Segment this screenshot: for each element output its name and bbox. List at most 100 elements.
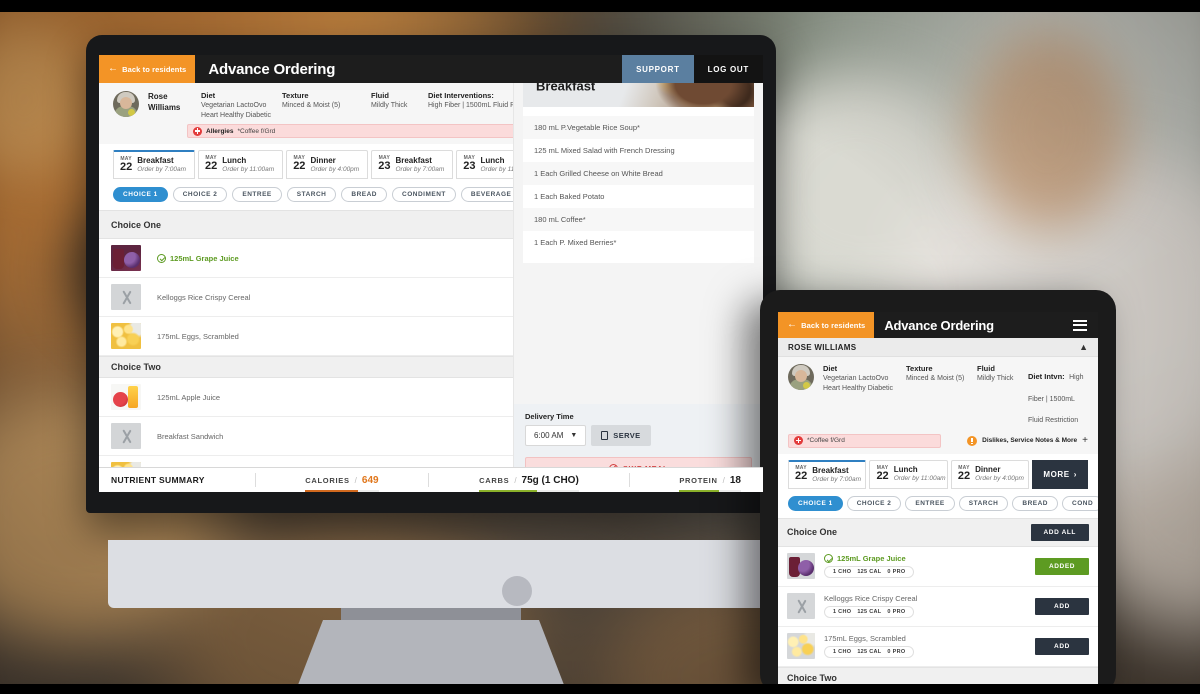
tab-order-by: Order by 4:00pm: [975, 475, 1024, 483]
dislikes-notes-button[interactable]: Dislikes, Service Notes & More +: [948, 434, 1088, 448]
meal-tab-lunch-22[interactable]: MAY 22 Lunch Order by 11:00am: [869, 459, 948, 489]
medical-cross-icon: [794, 436, 803, 446]
mobile-resident-info: Diet Vegetarian LactoOvo Heart Healthy D…: [778, 357, 1098, 454]
back-to-residents-button[interactable]: ← Back to residents: [99, 55, 196, 83]
chip-condiment[interactable]: CONDIMENT: [392, 187, 456, 202]
delivery-time-row: 6:00 AM ▼ SERVE: [525, 425, 752, 446]
item-cal: 125 CAL: [857, 649, 882, 656]
tab-text: Lunch Order by 11:00am: [894, 465, 946, 482]
mobile-resident-bar[interactable]: ROSE WILLIAMS ▲: [778, 338, 1098, 357]
list-item[interactable]: Kelloggs Rice Crispy Cereal 1 CHO 125 CA…: [778, 587, 1098, 627]
more-meals-button[interactable]: MORE ›: [1032, 459, 1088, 489]
chip-entree[interactable]: ENTREE: [905, 495, 955, 511]
tab-order-by: Order by 4:00pm: [310, 165, 360, 173]
divider: [254, 473, 256, 487]
item-action: ADD: [1035, 597, 1089, 615]
add-button[interactable]: ADD: [1035, 597, 1089, 615]
protein-progress: [679, 489, 741, 492]
more-label: MORE: [1043, 469, 1070, 479]
added-button[interactable]: ADDED: [1035, 557, 1089, 575]
tab-day: 23: [463, 160, 476, 172]
mobile-category-chips: CHOICE 1 CHOICE 2 ENTREE STARCH BREAD CO…: [778, 488, 1098, 518]
chip-bread[interactable]: BREAD: [341, 187, 388, 202]
hamburger-icon[interactable]: [1062, 312, 1098, 338]
tray-item[interactable]: 180 mL P.Vegetable Rice Soup*: [523, 116, 754, 139]
item-cal: 125 CAL: [857, 609, 882, 616]
chevron-up-icon[interactable]: ▲: [1079, 342, 1088, 352]
tab-text: Dinner Order by 4:00pm: [310, 156, 359, 173]
serve-button[interactable]: SERVE: [591, 425, 651, 446]
delivery-time-value: 6:00 AM: [534, 431, 564, 440]
tab-text: Breakfast Order by 7:00am: [395, 156, 444, 173]
tab-day: 23: [378, 160, 391, 172]
chip-entree[interactable]: ENTREE: [232, 187, 282, 202]
diet-label: Diet: [823, 364, 838, 373]
resident-last-name: Williams: [148, 102, 181, 112]
chip-choice-1[interactable]: CHOICE 1: [113, 187, 168, 202]
chip-choice-2[interactable]: CHOICE 2: [846, 495, 902, 511]
item-action: ADDED: [1035, 557, 1089, 575]
add-all-button[interactable]: ADD ALL: [1030, 523, 1089, 541]
list-item[interactable]: 175mL Eggs, Scrambled 1 CHO 125 CAL 0 PR…: [778, 627, 1098, 667]
chip-choice-1[interactable]: CHOICE 1: [788, 495, 843, 511]
allergies-label: Allergies: [206, 127, 234, 135]
nutrient-summary-bar: NUTRIENT SUMMARY CALORIES / 649 CARBS / …: [99, 467, 763, 492]
monitor-home-button: [502, 576, 532, 606]
group-header-choice-one: Choice One ADD ALL: [778, 517, 1098, 547]
letterbox-top: [0, 0, 1200, 12]
cutlery-icon: [119, 290, 134, 305]
tablet-app-screen: ← Back to residents Advance Ordering ROS…: [778, 312, 1098, 694]
resident-details-row: Diet Vegetarian LactoOvo Heart Healthy D…: [778, 364, 1098, 429]
item-pro: 0 PRO: [887, 609, 906, 616]
nutrient-metric-carbs: CARBS / 75g (1 CHO): [479, 475, 579, 492]
meal-tab-dinner-22[interactable]: MAY 22 Dinner Order by 4:00pm: [286, 150, 369, 179]
cutlery-icon: [794, 599, 809, 614]
item-pro: 0 PRO: [887, 569, 906, 576]
resident-field-texture: Texture Minced & Moist (5): [282, 91, 362, 111]
avatar-accent: [803, 382, 810, 389]
resident-first-name: Rose: [148, 92, 168, 101]
plus-icon[interactable]: +: [1082, 435, 1088, 446]
tab-day: 22: [795, 470, 808, 483]
app-bar-spacer: [1004, 312, 1062, 338]
chip-choice-2[interactable]: CHOICE 2: [172, 187, 228, 202]
tray-panel: Breakfast 180 mL P.Vegetable Rice Soup* …: [513, 55, 763, 492]
desktop-monitor: ← Back to residents Advance Ordering SUP…: [86, 35, 926, 694]
tab-day: 22: [957, 469, 971, 482]
list-item[interactable]: 125mL Grape Juice 1 CHO 125 CAL 0 PRO AD…: [778, 547, 1098, 587]
chip-starch[interactable]: STARCH: [958, 495, 1009, 511]
tray-item[interactable]: 1 Each P. Mixed Berries*: [523, 231, 754, 254]
meal-tab-dinner-22[interactable]: MAY 22 Dinner Order by 4:00pm: [950, 459, 1030, 489]
tray-item[interactable]: 1 Each Baked Potato: [523, 185, 754, 208]
chip-bread[interactable]: BREAD: [1012, 495, 1059, 511]
tab-text: Lunch Order by 11:00am: [222, 156, 274, 173]
tray-item[interactable]: 1 Each Grilled Cheese on White Bread: [523, 162, 754, 185]
logout-button[interactable]: LOG OUT: [693, 55, 763, 83]
avatar-accent: [128, 109, 135, 116]
resident-field-fluid: Fluid Mildly Thick: [371, 91, 419, 111]
chip-condiment[interactable]: COND: [1062, 495, 1098, 511]
chip-starch[interactable]: STARCH: [286, 187, 337, 202]
delivery-time-select[interactable]: 6:00 AM ▼: [525, 425, 587, 446]
tab-date: MAY 22: [205, 156, 217, 172]
allergies-badge[interactable]: *Coffee f/Grd: [788, 433, 941, 448]
tray-item[interactable]: 125 mL Mixed Salad with French Dressing: [523, 139, 754, 162]
item-cal: 125 CAL: [857, 569, 882, 576]
generic-cutlery-thumb: [111, 284, 141, 310]
texture-label: Texture: [282, 91, 309, 100]
meal-tab-breakfast-22[interactable]: MAY 22 Breakfast Order by 7:00am: [113, 150, 196, 179]
apple-juice-thumb: [111, 384, 141, 410]
divider: [428, 473, 430, 487]
meal-tab-breakfast-23[interactable]: MAY 23 Breakfast Order by 7:00am: [371, 150, 454, 179]
group-title: Choice Two: [787, 672, 837, 683]
resident-field-diet: Diet Vegetarian LactoOvo Heart Healthy D…: [823, 364, 897, 393]
meal-tab-lunch-22[interactable]: MAY 22 Lunch Order by 11:00am: [198, 150, 284, 179]
add-button[interactable]: ADD: [1035, 637, 1089, 655]
tray-item[interactable]: 180 mL Coffee*: [523, 208, 754, 231]
group-title: Choice One: [787, 527, 838, 538]
scrambled-eggs-thumb: [111, 323, 141, 349]
meal-tab-breakfast-22[interactable]: MAY 22 Breakfast Order by 7:00am: [788, 459, 867, 489]
back-to-residents-button[interactable]: ← Back to residents: [778, 312, 875, 338]
support-button[interactable]: SUPPORT: [622, 55, 694, 83]
texture-value: Minced & Moist (5): [282, 102, 341, 110]
